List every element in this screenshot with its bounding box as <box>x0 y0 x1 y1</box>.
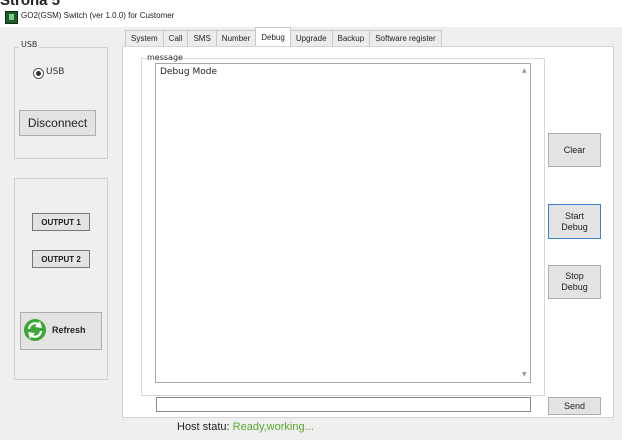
message-group-label: message <box>147 53 183 62</box>
tab-call[interactable]: Call <box>162 30 189 46</box>
refresh-label[interactable]: Refresh <box>52 325 86 335</box>
stop-debug-button[interactable]: Stop Debug <box>548 265 601 299</box>
disconnect-button[interactable]: Disconnect <box>19 110 96 136</box>
send-command-input[interactable] <box>156 397 531 412</box>
message-log[interactable] <box>155 63 531 383</box>
send-button[interactable]: Send <box>548 397 601 415</box>
app-icon <box>5 11 18 24</box>
tab-sms[interactable]: SMS <box>187 30 217 46</box>
tab-debug[interactable]: Debug <box>255 27 291 46</box>
usb-group-legend: USB <box>19 40 40 49</box>
output-1-button[interactable]: OUTPUT 1 <box>32 213 90 231</box>
usb-group <box>14 47 108 159</box>
host-status-label: Host statu: <box>177 421 230 433</box>
tab-system[interactable]: System <box>125 30 164 46</box>
scroll-down-arrow-icon[interactable]: ▼ <box>522 371 527 378</box>
tab-number[interactable]: Number <box>215 30 257 46</box>
clear-button[interactable]: Clear <box>548 133 601 167</box>
tab-backup[interactable]: Backup <box>331 30 371 46</box>
usb-radio-label[interactable]: USB <box>46 67 64 77</box>
refresh-icon <box>24 319 46 341</box>
scroll-up-arrow-icon[interactable]: ▲ <box>522 67 527 74</box>
message-log-text: Debug Mode <box>160 67 217 77</box>
tab-strip: System Call SMS Number Debug Upgrade Bac… <box>125 27 442 46</box>
host-status: Host statu: Ready,working... <box>177 421 314 433</box>
start-debug-button[interactable]: Start Debug <box>548 204 601 239</box>
output-2-button[interactable]: OUTPUT 2 <box>32 250 90 268</box>
tab-software-register[interactable]: Software register <box>369 30 442 46</box>
window-title: GO2(GSM) Switch (ver 1.0.0) for Customer <box>21 11 175 20</box>
usb-radio[interactable] <box>33 68 44 79</box>
tab-upgrade[interactable]: Upgrade <box>289 30 333 46</box>
host-status-value: Ready,working... <box>232 421 314 433</box>
